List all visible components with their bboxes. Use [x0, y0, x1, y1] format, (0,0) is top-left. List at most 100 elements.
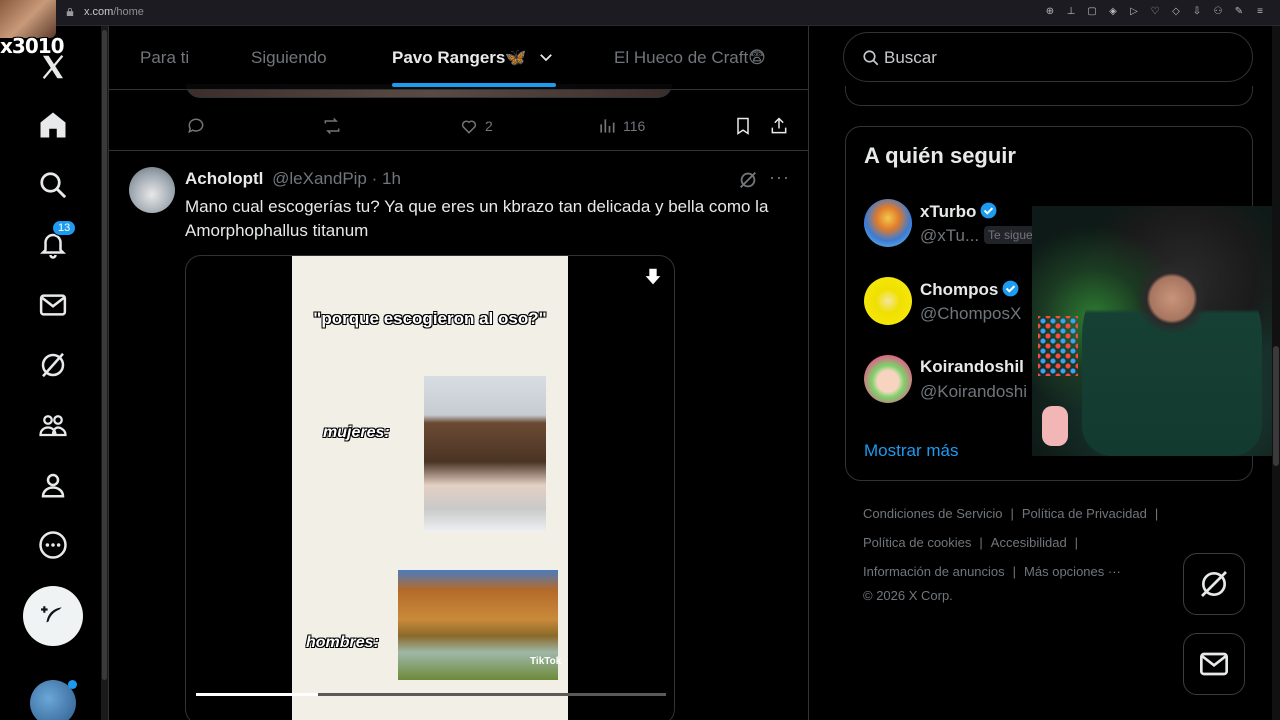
- avatar[interactable]: [864, 277, 912, 325]
- views-button[interactable]: 116: [597, 116, 645, 136]
- address-bar[interactable]: x.com/home: [84, 6, 144, 18]
- post-text: Mano cual escogerías tu? Ya que eres un …: [185, 197, 769, 240]
- heart-icon[interactable]: ♡: [1149, 6, 1161, 18]
- play-icon[interactable]: ▷: [1128, 6, 1140, 18]
- share-icon: [771, 117, 787, 134]
- follow-name[interactable]: Chompos: [920, 279, 1020, 300]
- tab-pavo-rangers[interactable]: Pavo Rangers🦋: [392, 48, 555, 68]
- search-box[interactable]: [843, 32, 1253, 82]
- bookmark-button[interactable]: [733, 116, 753, 136]
- chevron-down-icon[interactable]: [537, 48, 555, 66]
- browser-toolbar: x.com/home ⊕ ⊥ ▢ ◈ ▷ ♡ ◇ ⇩ ⚇ ✎ ≡: [0, 0, 1280, 26]
- show-more-link[interactable]: Mostrar más: [864, 441, 958, 461]
- home-icon: [40, 112, 66, 138]
- follows-you-badge: Te sigue: [984, 226, 1037, 244]
- video-progress-bar[interactable]: [196, 693, 666, 696]
- cookies-link[interactable]: Política de cookies: [863, 535, 971, 550]
- post-author-handle[interactable]: @leXandPip · 1h: [272, 169, 401, 188]
- tiktok-watermark: TikTok: [530, 656, 562, 667]
- like-button[interactable]: 2: [459, 116, 493, 136]
- extension-icon[interactable]: ◇: [1170, 6, 1182, 18]
- video-progress-fill: [196, 693, 319, 696]
- tab-el-hueco-de-craft[interactable]: El Hueco de Craft😨: [614, 48, 766, 68]
- feather-plus-icon: [41, 606, 62, 623]
- heart-icon: [461, 120, 477, 134]
- search-input[interactable]: [884, 47, 1224, 69]
- ads-info-link[interactable]: Información de anuncios: [863, 564, 1005, 579]
- ai-icon[interactable]: ✎: [1233, 6, 1245, 18]
- timeline: Para ti Siguiendo Pavo Rangers🦋 El Hueco…: [108, 26, 809, 720]
- post-video[interactable]: "porque escogieron al oso?" mujeres: hom…: [185, 255, 675, 720]
- streamer-tag: x3010: [0, 34, 65, 58]
- verified-badge-icon: [1002, 280, 1019, 297]
- shield-icon[interactable]: ◈: [1107, 6, 1119, 18]
- search-icon: [40, 172, 66, 198]
- grok-icon[interactable]: [737, 169, 759, 191]
- nav-home[interactable]: [32, 104, 74, 146]
- nav-communities[interactable]: [32, 404, 74, 446]
- follow-handle: @Koirandoshi: [920, 382, 1028, 401]
- nav-scrollbar[interactable]: [101, 26, 108, 720]
- more-circle-icon: [39, 531, 67, 559]
- tab-following[interactable]: Siguiendo: [251, 48, 327, 68]
- bear-image: [424, 376, 546, 532]
- streamer-person: [1082, 246, 1262, 456]
- search-icon: [863, 50, 879, 66]
- avatar[interactable]: [864, 355, 912, 403]
- nav-explore[interactable]: [32, 164, 74, 206]
- url-host: x.com: [84, 6, 114, 18]
- repost-icon: [324, 117, 340, 135]
- follow-name[interactable]: Koirandoshil: [920, 357, 1024, 377]
- christmas-lights: [1038, 316, 1078, 376]
- download-arrow-icon[interactable]: [642, 266, 664, 288]
- nav-profile[interactable]: [32, 464, 74, 506]
- post-author-name[interactable]: Acholoptl: [185, 169, 263, 188]
- follow-name[interactable]: xTurbo: [920, 201, 998, 222]
- reply-icon: [188, 118, 204, 134]
- left-nav: 13: [0, 26, 106, 720]
- tab-pavo-rangers-label: Pavo Rangers🦋: [392, 48, 527, 67]
- post-divider: [109, 150, 808, 151]
- avatar[interactable]: [864, 199, 912, 247]
- menu-icon[interactable]: ≡: [1254, 6, 1266, 18]
- post-author-avatar[interactable]: [129, 167, 175, 213]
- repost-button[interactable]: [322, 116, 342, 136]
- nav-more[interactable]: [32, 524, 74, 566]
- lock-icon: [66, 8, 74, 16]
- account-status-dot: [68, 680, 77, 689]
- communities-icon: [39, 415, 67, 437]
- more-options-icon[interactable]: ···: [769, 167, 790, 188]
- privacy-link[interactable]: Política de Privacidad: [1022, 506, 1147, 521]
- streamer-webcam: [1032, 206, 1280, 456]
- browser-extensions: ⊕ ⊥ ▢ ◈ ▷ ♡ ◇ ⇩ ⚇ ✎ ≡: [1044, 6, 1266, 18]
- accessibility-link[interactable]: Accesibilidad: [991, 535, 1067, 550]
- download-icon[interactable]: ⇩: [1191, 6, 1203, 18]
- nav-notifications[interactable]: 13: [32, 220, 77, 266]
- mail-icon: [39, 294, 67, 316]
- nav-messages[interactable]: [32, 284, 74, 326]
- page-scrollbar[interactable]: [1272, 26, 1280, 720]
- follow-handle: @xTu...: [920, 226, 980, 245]
- nav-grok[interactable]: [32, 344, 74, 386]
- footer-line: Condiciones de Servicio | Política de Priv…: [863, 506, 1159, 521]
- grok-float-button[interactable]: [1183, 553, 1245, 615]
- video-caption: "porque escogieron al oso?": [313, 309, 547, 328]
- more-options-link[interactable]: Más opciones ···: [1024, 564, 1121, 579]
- pin-icon[interactable]: ⊥: [1065, 6, 1077, 18]
- views-icon: [600, 119, 615, 133]
- account-icon[interactable]: ⚇: [1212, 6, 1224, 18]
- video-label-men: hombres:: [306, 634, 379, 651]
- zoom-icon[interactable]: ⊕: [1044, 6, 1056, 18]
- share-button[interactable]: [769, 116, 789, 136]
- previous-post-actions: 2 116: [109, 110, 808, 150]
- reader-icon[interactable]: ▢: [1086, 6, 1098, 18]
- grok-icon: [41, 352, 65, 378]
- terms-link[interactable]: Condiciones de Servicio: [863, 506, 1002, 521]
- compose-post-button[interactable]: [23, 586, 83, 646]
- reply-button[interactable]: [186, 116, 206, 136]
- tab-for-you[interactable]: Para ti: [140, 48, 189, 68]
- notification-badge: 13: [52, 220, 77, 236]
- previous-sidebar-card: [845, 86, 1253, 106]
- views-count: 116: [623, 118, 646, 134]
- messages-float-button[interactable]: [1183, 633, 1245, 695]
